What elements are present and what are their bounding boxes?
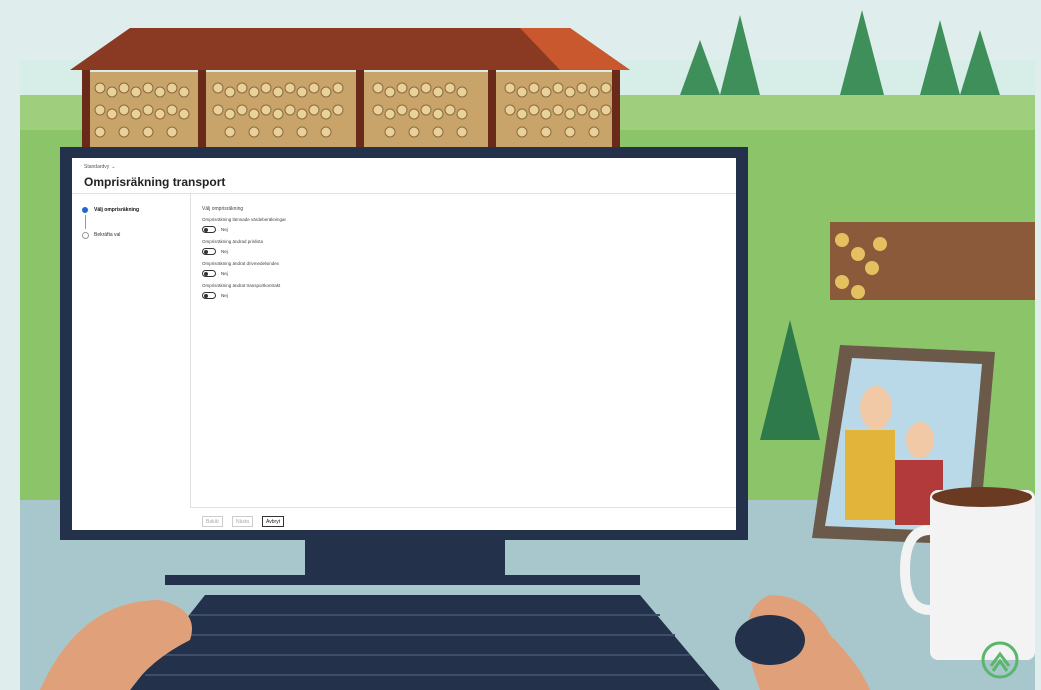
woodshed-illustration [70, 28, 630, 162]
toggle-switch[interactable] [202, 225, 216, 233]
monitor-stand [305, 540, 505, 578]
field-label: Omprisräkning ändrad prislista [202, 239, 264, 244]
toggle-knob [204, 249, 208, 254]
monitor-base [165, 575, 640, 585]
log-pile-illustration [830, 222, 1035, 300]
toggle-row: Nej [202, 291, 722, 299]
toggle-knob [204, 227, 208, 232]
step-active-dot-icon [82, 207, 88, 213]
field-lamnade-vardeberakningar: Omprisräkning lämnade värdeberäkningar N… [202, 217, 722, 233]
step-label: Välj omprisräkning [94, 207, 140, 213]
toggle-value: Nej [221, 248, 228, 254]
page-title: Omprisräkning transport [84, 175, 226, 189]
step-inactive-dot-icon [82, 232, 89, 239]
toggle-value: Nej [221, 226, 228, 232]
field-andrad-prislista: Omprisräkning ändrad prislista Nej [202, 239, 722, 255]
toggle-switch[interactable] [202, 247, 216, 255]
keyboard-illustration [130, 595, 720, 690]
wizard-steps: Välj omprisräkning Bekräfta val [72, 194, 191, 530]
chevron-down-icon: ⌄ [111, 164, 116, 170]
step-connector [85, 215, 86, 229]
next-button[interactable]: Nästa [232, 516, 254, 527]
toggle-knob [204, 293, 208, 298]
mouse-illustration [735, 615, 805, 665]
toggle-switch[interactable] [202, 291, 216, 299]
recalculation-form: Välj omprisräkning Omprisräkning lämnade… [202, 206, 722, 305]
tree-logo-icon [981, 641, 1019, 679]
view-selector-label: Standardvy [84, 164, 110, 170]
field-andrat-transportkontrakt: Omprisräkning ändrat transportkontrakt N… [202, 283, 722, 299]
toggle-row: Nej [202, 247, 722, 255]
toggle-switch[interactable] [202, 269, 216, 277]
form-heading: Välj omprisräkning [202, 206, 244, 212]
toggle-row: Nej [202, 269, 722, 277]
back-button[interactable]: Bakåt [202, 516, 223, 527]
app-window: Standardvy ⌄ Omprisräkning transport Välj… [72, 158, 736, 530]
cancel-button[interactable]: Avbryt [262, 516, 285, 527]
toggle-value: Nej [221, 270, 228, 276]
field-label: Omprisräkning lämnade värdeberäkningar [202, 217, 287, 222]
toggle-knob [204, 271, 208, 276]
page-header: Standardvy ⌄ Omprisräkning transport [72, 158, 736, 194]
step-label: Bekräfta val [94, 232, 121, 238]
view-selector[interactable]: Standardvy ⌄ [84, 164, 116, 170]
field-andrat-drivmedelsindex: Omprisräkning ändrat drivmedelsindex Nej [202, 261, 722, 277]
toggle-row: Nej [202, 225, 722, 233]
field-label: Omprisräkning ändrat drivmedelsindex [202, 261, 280, 266]
wizard-footer: Bakåt Nästa Avbryt [190, 507, 736, 530]
toggle-value: Nej [221, 292, 228, 298]
field-label: Omprisräkning ändrat transportkontrakt [202, 283, 281, 288]
